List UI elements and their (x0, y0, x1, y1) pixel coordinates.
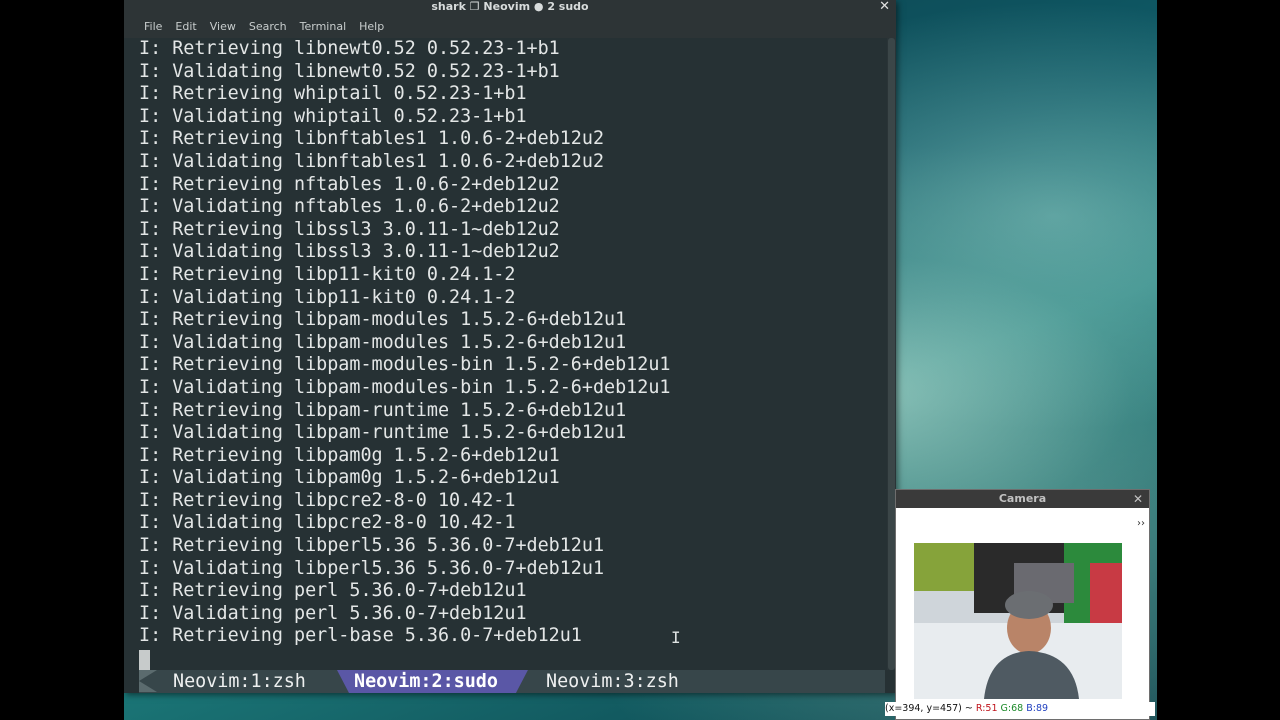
camera-titlebar[interactable]: Camera ✕ (896, 490, 1149, 508)
camera-feed-image (914, 543, 1122, 699)
terminal-line: I: Retrieving libnewt0.52 0.52.23-1+b1 (139, 38, 560, 59)
window-title: shark ❐ Neovim ● 2 sudo (431, 0, 589, 13)
tmux-left-arrow (139, 670, 157, 692)
terminal-line: I: Retrieving libssl3 3.0.11-1~deb12u2 (139, 218, 560, 240)
terminal-line: I: Retrieving libpam-modules 1.5.2-6+deb… (139, 309, 627, 331)
terminal-lines: I: Retrieving libnewt0.52 0.52.23-1+b1 I:… (139, 38, 884, 648)
terminal-line: I: Validating libpcre2-8-0 10.42-1 (139, 512, 516, 534)
close-icon[interactable]: ✕ (1133, 490, 1143, 508)
menu-search[interactable]: Search (249, 20, 287, 33)
terminal-line: I: Retrieving libpam-modules-bin 1.5.2-6… (139, 354, 671, 376)
terminal-line: I: Validating libperl5.36 5.36.0-7+deb12… (139, 557, 605, 579)
terminal-line: I: Validating libnewt0.52 0.52.23-1+b1 (139, 60, 560, 82)
terminal-line: I: Retrieving libpcre2-8-0 10.42-1 (139, 489, 516, 511)
text-cursor-icon: I (671, 628, 681, 647)
tmux-tab-3[interactable]: Neovim:3:zsh (546, 670, 679, 693)
terminal-line: I: Validating libp11-kit0 0.24.1-2 (139, 286, 516, 308)
tmux-status-bar: Neovim:1:zsh Neovim:2:sudo Neovim:3:zsh (139, 670, 885, 693)
pixel-red: R:51 (975, 703, 998, 714)
terminal-line: I: Retrieving libperl5.36 5.36.0-7+deb12… (139, 535, 605, 557)
terminal-line: I: Retrieving libp11-kit0 0.24.1-2 (139, 263, 516, 285)
terminal-titlebar[interactable]: shark ❐ Neovim ● 2 sudo ✕ (124, 0, 896, 14)
menu-view[interactable]: View (210, 20, 236, 33)
menu-bar: File Edit View Search Terminal Help (124, 14, 896, 38)
terminal-line: I: Retrieving perl-base 5.36.0-7+deb12u1 (139, 625, 582, 647)
terminal-line: I: Retrieving perl 5.36.0-7+deb12u1 (139, 580, 527, 602)
terminal-line: I: Retrieving libnftables1 1.0.6-2+deb12… (139, 128, 605, 150)
close-icon[interactable]: ✕ (879, 0, 890, 13)
terminal-line: I: Validating libpam-modules 1.5.2-6+deb… (139, 331, 627, 353)
tmux-tab-1[interactable]: Neovim:1:zsh (173, 670, 306, 693)
camera-window[interactable]: Camera ✕ ›› (x=394, y=457) ~ R:51 G:68 B… (885, 489, 1155, 720)
terminal-cursor (139, 650, 150, 670)
menu-help[interactable]: Help (359, 20, 384, 33)
terminal-line: I: Validating perl 5.36.0-7+deb12u1 (139, 602, 527, 624)
terminal-line: I: Validating libpam-runtime 1.5.2-6+deb… (139, 422, 627, 444)
menu-edit[interactable]: Edit (175, 20, 196, 33)
terminal-line: I: Retrieving whiptail 0.52.23-1+b1 (139, 83, 527, 105)
terminal-line: I: Retrieving libpam-runtime 1.5.2-6+deb… (139, 399, 627, 421)
menu-file[interactable]: File (144, 20, 162, 33)
pixel-blue: B:89 (1026, 703, 1049, 714)
terminal-line: I: Validating libpam-modules-bin 1.5.2-6… (139, 376, 671, 398)
terminal-line: I: Validating libpam0g 1.5.2-6+deb12u1 (139, 467, 560, 489)
camera-title: Camera (998, 492, 1047, 505)
terminal-line: I: Retrieving libpam0g 1.5.2-6+deb12u1 (139, 444, 560, 466)
terminal-line: I: Validating libnftables1 1.0.6-2+deb12… (139, 150, 605, 172)
menu-terminal[interactable]: Terminal (300, 20, 347, 33)
camera-pixel-readout: (x=394, y=457) ~ R:51 G:68 B:89 (885, 702, 1155, 716)
terminal-window[interactable]: shark ❐ Neovim ● 2 sudo ✕ File Edit View… (124, 0, 896, 693)
pixel-coords: (x=394, y=457) ~ (885, 703, 973, 714)
more-icon[interactable]: ›› (1137, 518, 1145, 529)
terminal-line: I: Retrieving nftables 1.0.6-2+deb12u2 (139, 173, 560, 195)
tmux-tab-2-active[interactable]: Neovim:2:sudo (337, 670, 528, 693)
pixel-green: G:68 (1000, 703, 1024, 714)
terminal-line: I: Validating libssl3 3.0.11-1~deb12u2 (139, 241, 560, 263)
terminal-line: I: Validating nftables 1.0.6-2+deb12u2 (139, 196, 560, 218)
terminal-output[interactable]: I: Retrieving libnewt0.52 0.52.23-1+b1 I:… (139, 38, 884, 670)
scrollbar-thumb[interactable] (888, 38, 895, 670)
terminal-line: I: Validating whiptail 0.52.23-1+b1 (139, 105, 527, 127)
